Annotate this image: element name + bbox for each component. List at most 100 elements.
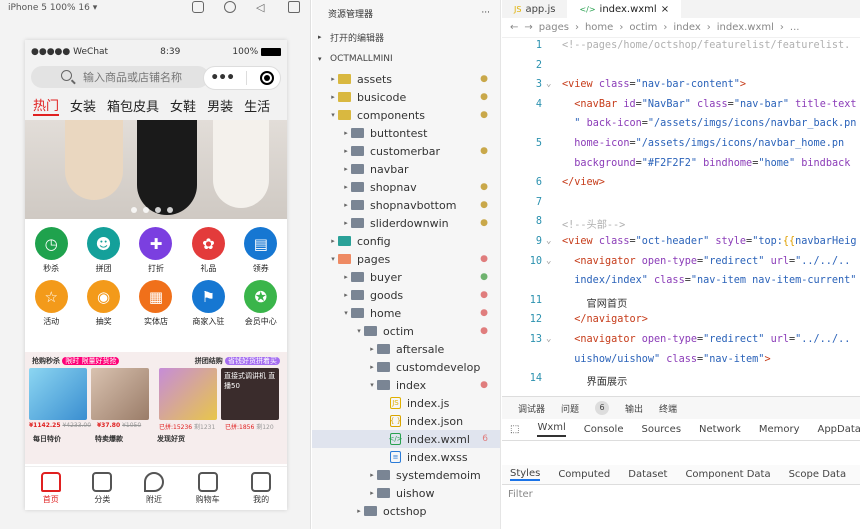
tree-item[interactable]: ▸ customdevelop [312,358,500,376]
inspect-icon[interactable]: ⬚ [510,424,519,435]
devtools-top-tab[interactable]: 问题 [561,402,579,415]
feature-item[interactable]: ✿ 礼品 [182,227,234,274]
phone-icon[interactable] [192,1,204,13]
devtools-top-tab[interactable]: 终端 [659,402,677,415]
category-tab[interactable]: 热门 [33,95,60,116]
devtools-tab[interactable]: Wxml [537,422,566,437]
feature-item[interactable]: ☻ 拼团 [77,227,129,274]
tree-item[interactable]: ▸ buttontest [312,124,500,142]
devtools-subtab[interactable]: Computed [558,469,610,480]
tree-item[interactable]: ▸ uishow [312,484,500,502]
banner-carousel[interactable] [25,120,287,219]
feature-item[interactable]: ✚ 打折 [130,227,182,274]
code-editor[interactable]: 1 <!--pages/home/octshop/featurelist/feat… [502,38,860,394]
breadcrumb-item[interactable]: pages [539,22,569,33]
devtools-tab[interactable]: AppData [817,424,860,435]
tree-item[interactable]: ▾ components ● [312,106,500,124]
fold-icon[interactable]: ⌄ [546,334,551,344]
project-section[interactable]: ▾ OCTMALLMINI [312,48,500,70]
tree-item[interactable]: ▾ home ● [312,304,500,322]
window-icon[interactable] [288,1,300,13]
filter-input[interactable]: Filter [508,489,533,500]
devtools-tab[interactable]: Memory [759,424,800,435]
devtools-tab[interactable]: Network [699,424,741,435]
tree-item[interactable]: ▾ pages ● [312,250,500,268]
feature-item[interactable]: ☆ 活动 [25,280,77,327]
search-input[interactable]: 输入商品或店铺名称 [31,66,209,88]
tree-item[interactable]: ▸ octshop [312,502,500,520]
devtools-subtab[interactable]: Component Data [685,469,770,480]
category-tab[interactable]: 男装 [207,96,233,115]
close-icon[interactable]: × [661,4,669,15]
record-icon[interactable] [224,1,236,13]
fold-icon[interactable]: ⌄ [546,236,551,246]
tree-item[interactable]: ▸ shopnav ● [312,178,500,196]
devtools-subtab[interactable]: Dataset [628,469,667,480]
chevron-right-icon: › [779,22,784,33]
tree-item[interactable]: ▸ assets ● [312,70,500,88]
feature-item[interactable]: ◷ 秒杀 [25,227,77,274]
tree-item[interactable]: ▾ index ● [312,376,500,394]
tabbar-item[interactable]: 购物车 [196,472,220,505]
editor-tab[interactable]: </> index.wxml × [567,0,682,18]
more-icon[interactable]: ··· [481,8,490,18]
breadcrumb-item[interactable]: octim [629,22,657,33]
devtools-tab[interactable]: Console [584,424,624,435]
fold-icon[interactable]: ⌄ [546,256,551,266]
tree-item[interactable]: ▸ systemdemoim [312,466,500,484]
breadcrumb-item[interactable]: ... [790,22,800,33]
category-tab[interactable]: 女装 [70,96,96,115]
close-miniprogram-icon[interactable] [259,71,274,85]
tree-item[interactable]: ▸ aftersale [312,340,500,358]
tree-item[interactable]: ▸ shopnavbottom ● [312,196,500,214]
device-selector[interactable]: iPhone 5 100% 16 ▾ [8,3,97,13]
category-tab[interactable]: 女鞋 [170,96,196,115]
feature-item[interactable]: ✪ 会员中心 [235,280,287,327]
feature-item[interactable]: ▤ 领券 [235,227,287,274]
tabbar-item[interactable]: 附近 [143,472,164,505]
feature-item[interactable]: ◉ 抽奖 [77,280,129,327]
fold-icon[interactable]: ⌄ [546,79,551,89]
feature-label: 商家入驻 [192,317,225,326]
devtools-top-tab[interactable]: 调试器 [518,402,545,415]
product-tile[interactable]: 直接式调讲机 直播50 [221,368,279,420]
category-tab[interactable]: 箱包皮具 [107,96,159,115]
devtools-subtab[interactable]: Styles [510,468,541,481]
tree-item[interactable]: ▸ navbar [312,160,500,178]
devtools-tab[interactable]: Sources [641,424,681,435]
tree-item[interactable]: ▾ octim ● [312,322,500,340]
devtools-subtab[interactable]: Scope Data [789,469,847,480]
forward-icon[interactable]: → [524,22,532,33]
editor-tab[interactable]: JS app.js [502,0,567,18]
tree-item[interactable]: ▸ sliderdownwin ● [312,214,500,232]
open-editors-section[interactable]: ▸ 打开的编辑器 [312,26,500,48]
promo-subtitle: 每日特价 [33,435,61,443]
tree-item[interactable]: ▸ goods ● [312,286,500,304]
category-tab[interactable]: 生活 [244,96,270,115]
tree-item[interactable]: ▸ config [312,232,500,250]
tree-item[interactable]: ▸ busicode ● [312,88,500,106]
volume-icon[interactable]: ◁ [256,1,268,14]
tabbar-item[interactable]: 我的 [251,472,272,505]
breadcrumb-item[interactable]: index.wxml [717,22,774,33]
folder-icon [377,362,390,372]
breadcrumb-item[interactable]: index [673,22,700,33]
tree-item[interactable]: ▸ customerbar ● [312,142,500,160]
tabbar-item[interactable]: 分类 [92,472,113,505]
more-icon[interactable]: ••• [210,70,235,86]
feature-item[interactable]: ⚑ 商家入驻 [182,280,234,327]
tree-item[interactable]: </> index.wxml 6 [312,430,500,448]
feature-label: 打折 [147,264,164,273]
tabbar-item[interactable]: 首页 [40,472,61,505]
devtools-top-tab[interactable]: 输出 [625,402,643,415]
feature-item[interactable]: ▦ 实体店 [130,280,182,327]
product-tile[interactable] [91,368,149,420]
product-tile[interactable] [159,368,217,420]
breadcrumb-item[interactable]: home [585,22,613,33]
tree-item[interactable]: JS index.js [312,394,500,412]
tree-item[interactable]: { } index.json [312,412,500,430]
tree-item[interactable]: ▸ buyer ● [312,268,500,286]
tree-item[interactable]: ≡ index.wxss [312,448,500,466]
back-icon[interactable]: ← [510,22,518,33]
product-tile[interactable] [29,368,87,420]
